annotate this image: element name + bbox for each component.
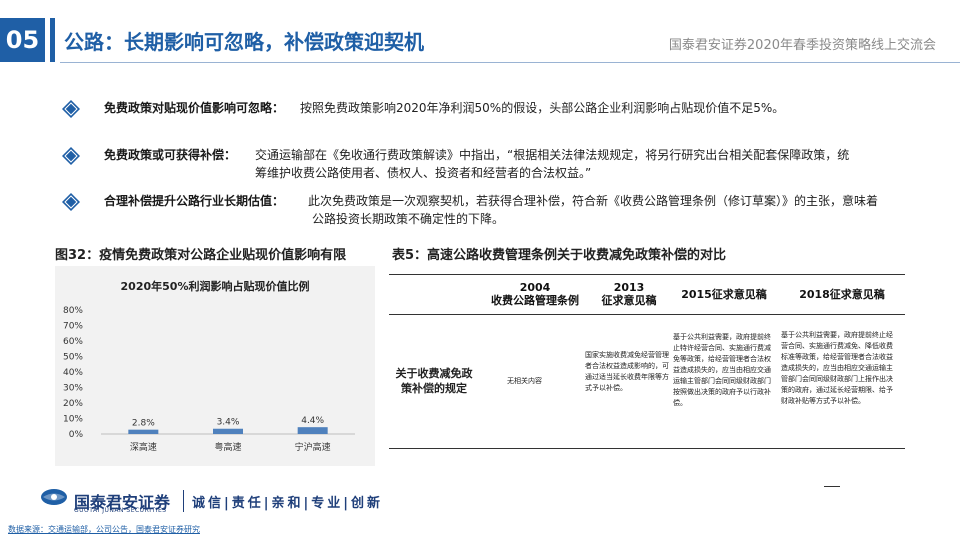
diamond-bullet-icon xyxy=(62,147,80,165)
data-source-link[interactable]: 数据来源：交通运输部，公司公告，国泰君安证券研究 xyxy=(8,524,200,535)
bullet-3-label: 合理补偿提升公路行业长期估值： xyxy=(104,194,285,208)
table-row-label: 关于收费减免政策补偿的规定 xyxy=(395,367,473,395)
bullet-1-label: 免费政策对贴现价值影响可忽略： xyxy=(104,101,285,115)
bar-value-label: 2.8% xyxy=(132,419,155,429)
company-name-en: GUOTAI JUNAN SECURITIES xyxy=(74,507,167,514)
table-header-2004-year: 2004 xyxy=(519,281,551,294)
table-header-2013: 2013 征求意见稿 xyxy=(589,281,669,307)
table-cell-2013: 国家实施收费减免经营管理者合法权益造成影响的，可通过适当延长收费年限等方式予以补… xyxy=(585,351,669,392)
diamond-bullet-icon xyxy=(62,193,80,211)
table-caption: 表5：高速公路收费管理条例关于收费减免政策补偿的对比 xyxy=(392,248,727,263)
table-header-rule xyxy=(389,314,905,315)
bar-1 xyxy=(213,428,243,434)
y-tick-label: 30% xyxy=(63,384,83,394)
chart-panel: 2020年50%利润影响占贴现价值比例 0% 10% 20% 30% 40% 50% 60%… xyxy=(55,266,375,466)
header-divider xyxy=(60,62,960,63)
table-top-rule xyxy=(389,274,905,275)
x-tick-label: 宁沪高速 xyxy=(295,441,331,453)
bullet-3-text-line-1: 此次免费政策是一次观察契机，若获得合理补偿，符合新《收费公路管理条例（修订草案）… xyxy=(308,194,879,208)
footer-separator xyxy=(183,490,184,512)
section-number: 05 xyxy=(0,18,45,62)
y-tick-label: 10% xyxy=(63,415,83,425)
y-tick-label: 20% xyxy=(63,399,83,409)
y-tick-label: 50% xyxy=(63,353,83,363)
y-tick-label: 0% xyxy=(69,430,84,440)
table-header-2018: 2018征求意见稿 xyxy=(799,288,885,301)
table-bottom-rule xyxy=(389,448,905,449)
table-cell-2004: 无相关内容 xyxy=(507,377,542,385)
bar-chart: 0% 10% 20% 30% 40% 50% 60% 70% 80% 2.8% 深高速 3.4% 粤高速… xyxy=(63,306,355,453)
table-header-2004: 2004 收费公路管理条例 xyxy=(475,281,595,307)
table-cell-2015: 基于公共利益需要，政府提前终止特许经营合同、实施通行费减免等政策，给经营管理者合… xyxy=(673,333,771,407)
footer-dash xyxy=(824,486,840,487)
table-header-2015: 2015征求意见稿 xyxy=(681,288,767,301)
y-tick-label: 60% xyxy=(63,337,83,347)
header-accent-bar xyxy=(50,18,55,62)
bullet-1-text: 按照免费政策影响2020年净利润50%的假设，头部公路企业利润影响占贴现价值不足… xyxy=(300,101,785,115)
x-tick-label: 深高速 xyxy=(130,441,157,453)
bar-value-label: 4.4% xyxy=(301,416,324,426)
bar-2 xyxy=(297,427,328,434)
y-tick-label: 40% xyxy=(63,368,83,378)
bar-value-label: 3.4% xyxy=(217,418,240,428)
y-tick-label: 80% xyxy=(63,306,83,316)
company-logo-icon xyxy=(41,489,67,505)
diamond-bullet-icon xyxy=(62,100,80,118)
x-tick-label: 粤高速 xyxy=(214,441,241,453)
bullet-2-text-line-2: 筹维护收费公路使用者、债权人、投资者和经营者的合法权益。” xyxy=(255,166,592,180)
company-slogan: 诚信|责任|亲和|专业|创新 xyxy=(192,496,383,511)
event-title: 国泰君安证券2020年春季投资策略线上交流会 xyxy=(668,38,936,53)
page-title: 公路：长期影响可忽略，补偿政策迎契机 xyxy=(64,30,424,54)
y-tick-label: 70% xyxy=(63,322,83,332)
table-header-2013-year: 2013 xyxy=(613,281,645,294)
bullet-2-label: 免费政策或可获得补偿： xyxy=(104,148,237,162)
bar-0 xyxy=(128,429,159,434)
table-header-2004-name: 收费公路管理条例 xyxy=(491,294,579,307)
figure-caption: 图32：疫情免费政策对公路企业贴现价值影响有限 xyxy=(55,248,347,263)
table-header-2013-name: 征求意见稿 xyxy=(601,294,657,307)
bullet-3-text-line-2: 公路投资长期政策不确定性的下降。 xyxy=(312,212,505,226)
bullet-2-text-line-1: 交通运输部在《免收通行费政策解读》中指出，“根据相关法律法规规定，将另行研究出台… xyxy=(255,148,850,162)
table-cell-2018: 基于公共利益需要，政府提前终止经营合同、实施通行费减免、降低收费标准等政策，给经… xyxy=(781,331,893,405)
